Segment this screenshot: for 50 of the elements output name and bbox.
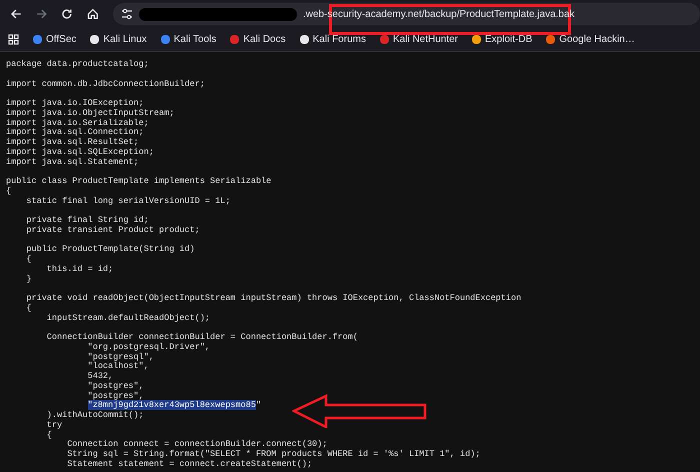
code-line: import java.sql.Connection; bbox=[6, 127, 144, 138]
code-line: static final long serialVersionUID = 1L; bbox=[25, 196, 230, 206]
code-line: package data.productcatalog; bbox=[6, 59, 149, 69]
code-line: inputStream.defaultReadObject(); bbox=[46, 312, 210, 322]
code-line: import java.io.Serializable; bbox=[6, 118, 149, 128]
code-line: import java.sql.SQLException; bbox=[6, 146, 154, 157]
code-line: "postgres", bbox=[86, 380, 144, 391]
bookmark-link[interactable]: OffSec bbox=[46, 32, 76, 47]
code-line: ).withAutoCommit(); bbox=[46, 410, 144, 420]
code-line: private transient Product product; bbox=[25, 224, 200, 235]
back-arrow-icon[interactable] bbox=[10, 8, 22, 20]
code-line: import java.sql.ResultSet; bbox=[6, 137, 139, 147]
home-icon[interactable] bbox=[87, 8, 99, 20]
code-line: } bbox=[25, 274, 32, 284]
bookmark-link[interactable]: Exploit-DB bbox=[485, 32, 532, 47]
selected-text: "z8mnj9gd21v8xer43wp5l8exwepsmo85 bbox=[88, 400, 256, 410]
bookmark-link[interactable]: Google Hackin… bbox=[559, 32, 635, 47]
bookmark-link[interactable]: Kali Docs bbox=[243, 32, 286, 47]
forward-arrow-icon[interactable] bbox=[36, 8, 48, 20]
code-line: public class ProductTemplate implements Serializable bbox=[6, 176, 272, 186]
bookmark-link[interactable]: Kali NetHunter bbox=[392, 32, 458, 47]
code-line: { bbox=[25, 302, 32, 313]
bookmark-link[interactable]: Kali Linux bbox=[103, 32, 147, 47]
code-text: " bbox=[256, 400, 262, 410]
code-line: { bbox=[25, 254, 32, 264]
code-line: Connection connect = connectionBuilder.connect(30); bbox=[66, 439, 328, 450]
code-line: this.id = id; bbox=[46, 264, 114, 274]
bookmark-link[interactable]: Kali Tools bbox=[174, 32, 216, 47]
code-line: Statement statement = connect.createStatement(); bbox=[66, 458, 312, 469]
code-line: "postgres", bbox=[86, 390, 144, 400]
code-line: try bbox=[46, 420, 62, 430]
apps-grid-icon[interactable] bbox=[8, 34, 19, 45]
code-line: public ProductTemplate(String id) bbox=[25, 244, 195, 254]
code-line: import common.db.JdbcConnectionBuilder; bbox=[6, 78, 205, 88]
code-line: private void readObject(ObjectInputStream inputStream) throws IOException, ClassNotFoundException bbox=[25, 293, 522, 303]
code-line: ConnectionBuilder connectionBuilder = ConnectionBuilder.from( bbox=[46, 332, 358, 342]
code-line: { bbox=[6, 186, 12, 196]
code-line: import java.io.ObjectInputStream; bbox=[6, 108, 174, 118]
code-line: 5432, bbox=[86, 371, 114, 381]
code-line: import java.io.IOException; bbox=[6, 98, 144, 108]
code-line: { bbox=[46, 430, 52, 440]
code-line: "localhost", bbox=[86, 361, 149, 372]
code-line: String sql = String.format("SELECT * FROM products WHERE id = '%s' LIMIT 1", id); bbox=[66, 449, 480, 459]
bookmark-link[interactable]: Kali Forums bbox=[312, 32, 366, 47]
code-line: "org.postgresql.Driver", bbox=[86, 342, 210, 352]
code-line: "postgresql", bbox=[86, 352, 154, 362]
code-line: import java.sql.Statement; bbox=[6, 156, 139, 166]
reload-icon[interactable] bbox=[61, 8, 74, 20]
code-line: private final String id; bbox=[25, 215, 149, 225]
settings-sliders-icon bbox=[120, 8, 133, 20]
